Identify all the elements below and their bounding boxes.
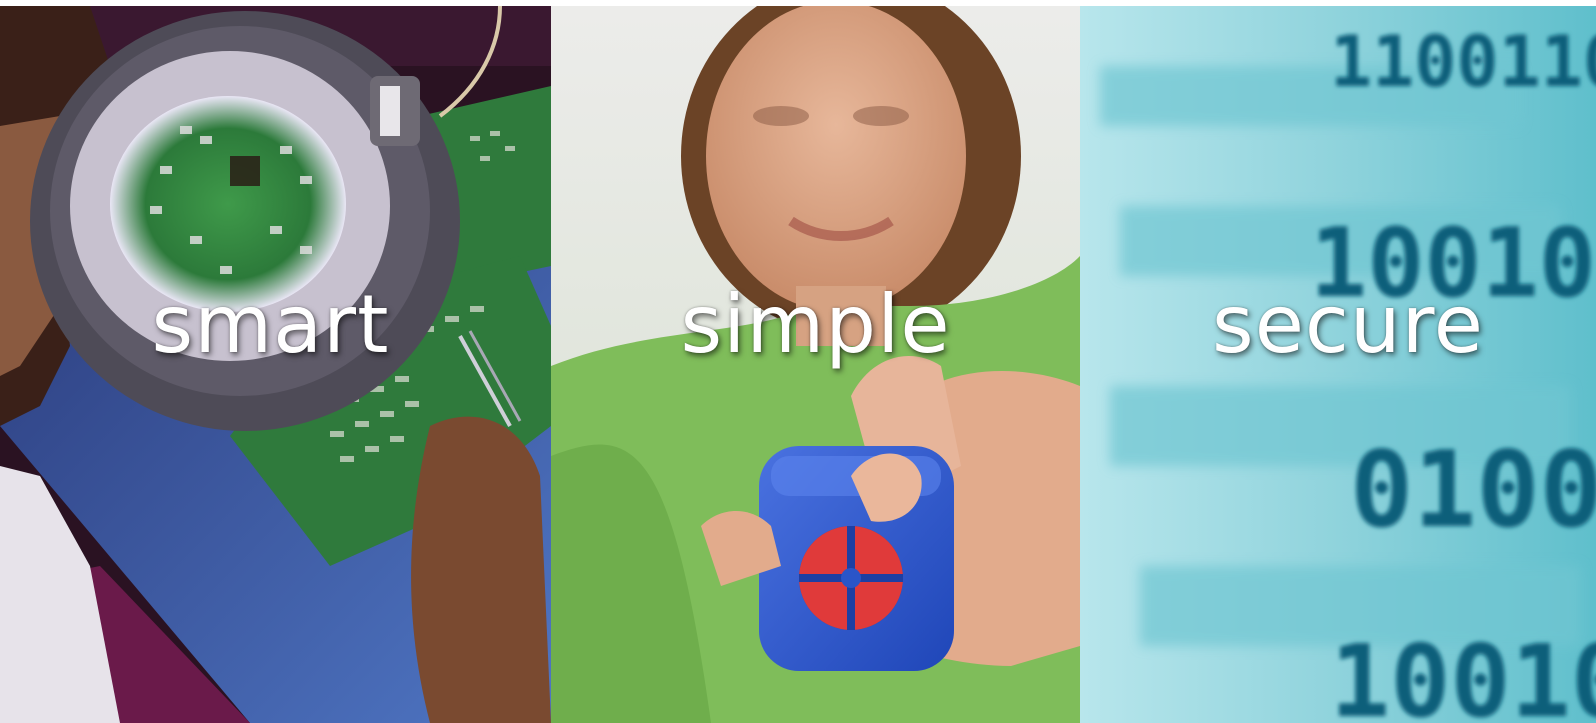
svg-text:1100110: 1100110 <box>1330 21 1596 103</box>
panel-secure: 1100110 10010 01000 10010 secure <box>1080 6 1596 723</box>
hero-banner: smart simple 1100110 10010 0100 1001 sec… <box>0 6 1596 723</box>
panel-simple: simple <box>551 6 1080 723</box>
panel-smart: smart <box>0 6 551 723</box>
svg-text:01000: 01000 <box>1350 429 1596 551</box>
caption-secure: secure <box>1212 278 1484 371</box>
svg-text:10010: 10010 <box>1330 623 1596 723</box>
caption-simple: simple <box>680 278 951 371</box>
caption-smart: smart <box>151 278 390 371</box>
